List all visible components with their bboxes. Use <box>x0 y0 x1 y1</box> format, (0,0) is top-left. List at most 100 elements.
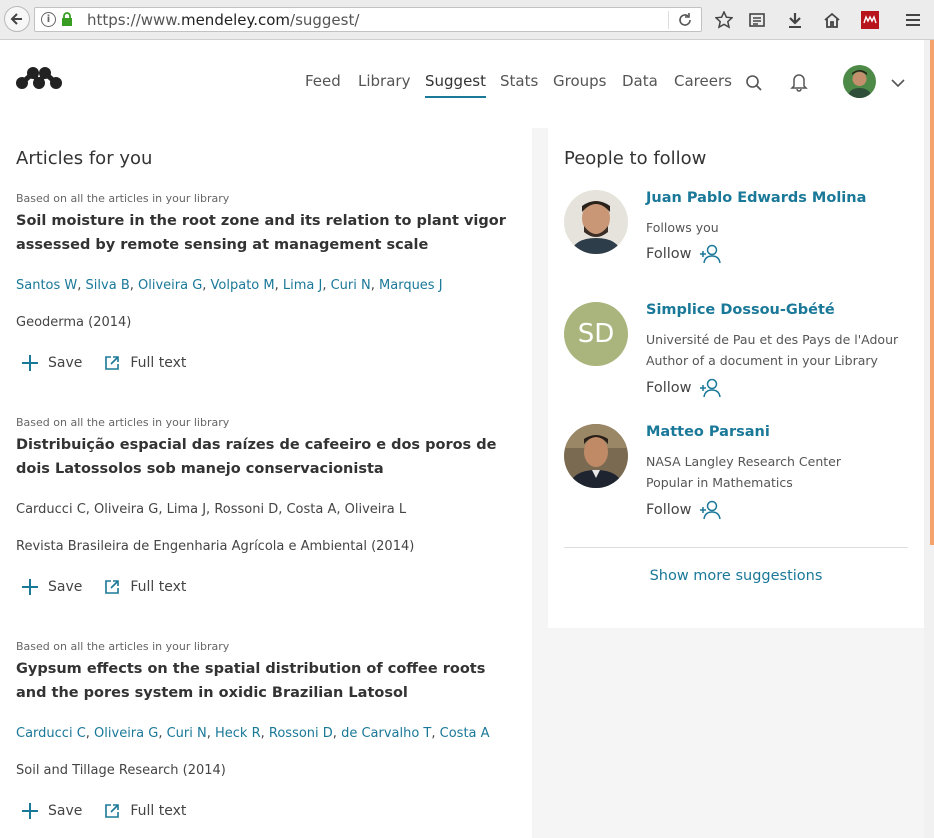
person-name[interactable]: Matteo Parsani <box>646 424 770 440</box>
nav-careers[interactable]: Careers <box>674 72 732 90</box>
author-name[interactable]: Lima J <box>167 502 206 517</box>
reading-list-icon[interactable] <box>747 10 767 30</box>
author-link[interactable]: de Carvalho T <box>341 726 431 741</box>
article-journal: Revista Brasileira de Engenharia Agrícol… <box>16 539 415 554</box>
article-journal: Soil and Tillage Research (2014) <box>16 763 226 778</box>
full-text-button[interactable]: Full text <box>104 803 186 819</box>
person-meta: Popular in Mathematics <box>646 475 793 490</box>
article-actions: Save Full text <box>16 355 208 371</box>
person-photo[interactable] <box>564 190 628 254</box>
save-button[interactable]: Save <box>16 355 82 371</box>
nav-library[interactable]: Library <box>358 72 410 90</box>
author-link[interactable]: Oliveira G <box>138 278 202 293</box>
full-text-button[interactable]: Full text <box>104 355 186 371</box>
nav-stats[interactable]: Stats <box>500 72 538 90</box>
search-icon[interactable] <box>745 74 763 92</box>
author-link[interactable]: Volpato M <box>211 278 275 293</box>
divider <box>564 547 908 548</box>
add-person-icon <box>700 378 722 398</box>
lock-icon <box>62 12 72 26</box>
nav-suggest[interactable]: Suggest <box>425 72 486 98</box>
author-link[interactable]: Marques J <box>379 278 443 293</box>
reload-icon[interactable] <box>677 12 693 28</box>
author-link[interactable]: Silva B <box>86 278 130 293</box>
nav-data[interactable]: Data <box>622 72 658 90</box>
author-name[interactable]: Costa A <box>286 502 336 517</box>
url-text[interactable]: https://www.mendeley.com/suggest/ <box>87 11 359 29</box>
article-title[interactable]: Gypsum effects on the spatial distributi… <box>16 657 516 705</box>
user-avatar[interactable] <box>843 65 876 98</box>
article-card: Based on all the articles in your librar… <box>16 416 516 606</box>
author-name[interactable]: Oliveira G <box>94 502 158 517</box>
info-icon[interactable]: i <box>41 12 56 27</box>
article-basis: Based on all the articles in your librar… <box>16 640 230 653</box>
article-authors: Santos W, Silva B, Oliveira G, Volpato M… <box>16 278 443 293</box>
bell-icon[interactable] <box>790 72 808 92</box>
author-link[interactable]: Rossoni D <box>269 726 333 741</box>
person-meta: Author of a document in your Library <box>646 353 878 368</box>
article-actions: Save Full text <box>16 579 208 595</box>
arrow-left-icon <box>10 13 22 25</box>
follow-button[interactable]: Follow <box>646 244 722 264</box>
person-meta: Université de Pau et des Pays de l'Adour <box>646 332 899 347</box>
follow-button[interactable]: Follow <box>646 378 722 398</box>
author-link[interactable]: Oliveira G <box>94 726 158 741</box>
person-card: Matteo Parsani NASA Langley Research Cen… <box>564 424 914 524</box>
back-button[interactable] <box>4 6 30 32</box>
articles-title: Articles for you <box>16 148 153 169</box>
article-card: Based on all the articles in your librar… <box>16 192 516 382</box>
people-title: People to follow <box>564 148 707 169</box>
author-link[interactable]: Heck R <box>215 726 261 741</box>
url-separator <box>668 11 669 29</box>
article-basis: Based on all the articles in your librar… <box>16 192 230 205</box>
author-name[interactable]: Oliveira L <box>345 502 406 517</box>
mendeley-logo-icon[interactable] <box>16 65 62 91</box>
article-actions: Save Full text <box>16 803 208 819</box>
person-meta: Follows you <box>646 220 719 235</box>
author-link[interactable]: Carducci C <box>16 726 86 741</box>
nav-feed[interactable]: Feed <box>305 72 341 90</box>
add-person-icon <box>700 244 722 264</box>
article-title[interactable]: Soil moisture in the root zone and its r… <box>16 209 516 257</box>
article-journal: Geoderma (2014) <box>16 315 132 330</box>
save-button[interactable]: Save <box>16 579 82 595</box>
author-link[interactable]: Costa A <box>440 726 490 741</box>
home-icon[interactable] <box>822 10 842 30</box>
person-initials-avatar[interactable]: SD <box>564 302 628 366</box>
address-bar[interactable]: i https://www.mendeley.com/suggest/ <box>34 7 702 32</box>
person-name[interactable]: Juan Pablo Edwards Molina <box>646 190 866 206</box>
nav-groups[interactable]: Groups <box>553 72 606 90</box>
author-name[interactable]: Rossoni D <box>214 502 278 517</box>
person-photo[interactable] <box>564 424 628 488</box>
articles-panel: Articles for you Based on all the articl… <box>0 128 532 838</box>
article-basis: Based on all the articles in your librar… <box>16 416 230 429</box>
author-link[interactable]: Curi N <box>167 726 207 741</box>
full-text-button[interactable]: Full text <box>104 579 186 595</box>
article-authors: Carducci C, Oliveira G, Lima J, Rossoni … <box>16 502 407 517</box>
plus-icon <box>22 579 38 595</box>
app-header: Feed Library Suggest Stats Groups Data C… <box>0 40 924 128</box>
author-link[interactable]: Santos W <box>16 278 77 293</box>
person-card: SD Simplice Dossou-Gbété Université de P… <box>564 302 914 402</box>
plus-icon <box>22 355 38 371</box>
chevron-down-icon[interactable] <box>890 78 906 88</box>
external-link-icon <box>105 356 120 370</box>
download-icon[interactable] <box>785 10 805 30</box>
people-panel: People to follow Juan Pablo Edwards Moli… <box>548 128 924 628</box>
author-name[interactable]: Carducci C <box>16 502 86 517</box>
author-link[interactable]: Lima J <box>283 278 322 293</box>
external-link-icon <box>105 580 120 594</box>
plus-icon <box>22 803 38 819</box>
author-link[interactable]: Curi N <box>331 278 371 293</box>
save-button[interactable]: Save <box>16 803 82 819</box>
scrollbar-thumb[interactable] <box>930 40 934 545</box>
person-name[interactable]: Simplice Dossou-Gbété <box>646 302 835 318</box>
bookmark-star-icon[interactable] <box>714 10 734 30</box>
article-title[interactable]: Distribuição espacial das raízes de cafe… <box>16 433 516 481</box>
mendeley-extension-icon[interactable] <box>860 10 880 30</box>
article-card: Based on all the articles in your librar… <box>16 640 516 830</box>
person-card: Juan Pablo Edwards Molina Follows you Fo… <box>564 190 914 280</box>
follow-button[interactable]: Follow <box>646 500 722 520</box>
show-more-suggestions-link[interactable]: Show more suggestions <box>548 568 924 584</box>
menu-icon[interactable] <box>903 10 923 30</box>
